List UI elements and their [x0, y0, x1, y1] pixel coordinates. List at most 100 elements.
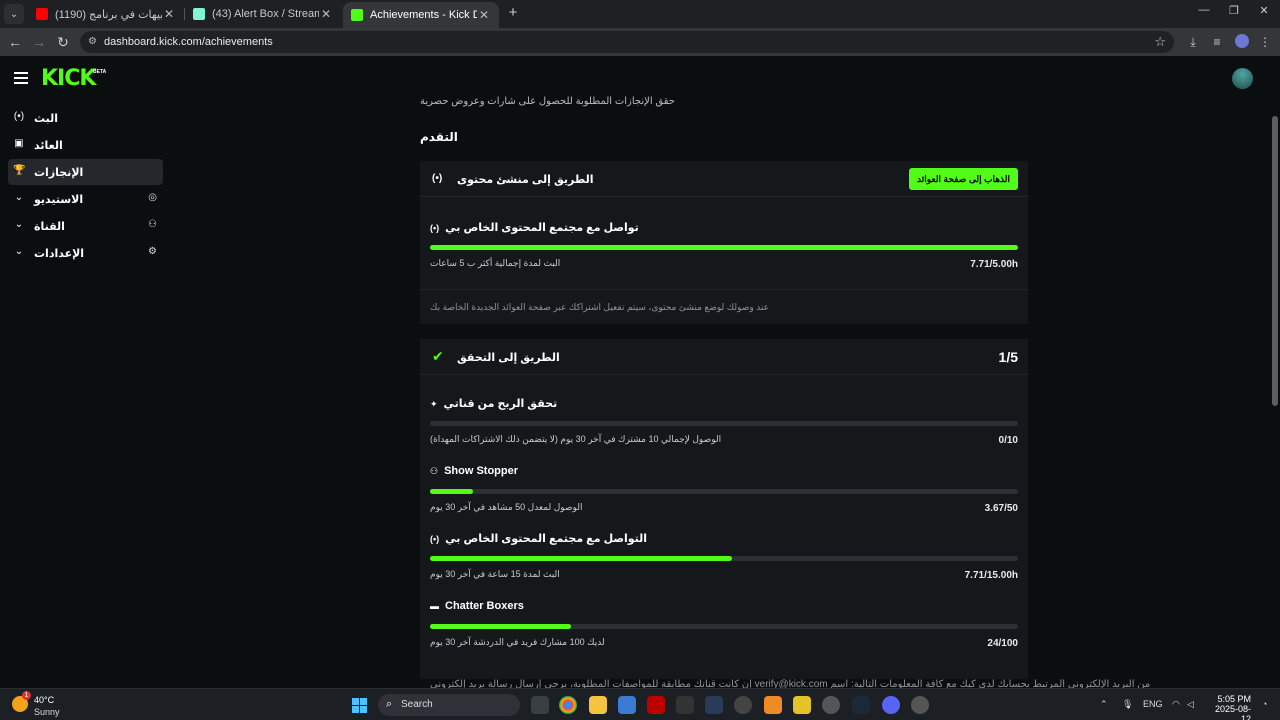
weather-badge: 1 [22, 691, 31, 700]
sidebar-item-label: القناة [34, 221, 65, 233]
discord-icon[interactable] [882, 696, 900, 714]
sidebar-item-label: الاستيديو [34, 194, 84, 206]
verify-card-title: الطريق إلى التحقق [457, 352, 560, 364]
viewers-icon: ⚇ [430, 466, 439, 476]
goal-description: البث لمدة إجمالية أكثر ب 5 ساعات [430, 258, 561, 268]
url-text: dashboard.kick.com/achievements [104, 36, 273, 48]
sidebar-item-achievements[interactable]: 🏆 الإنجازات [8, 159, 163, 185]
tab-streamlabs[interactable]: (43) Alert Box / Streamlabs ✕ [185, 2, 341, 26]
sidebar-item-broadcast[interactable]: (•) البث [8, 105, 163, 131]
new-tab-button[interactable]: + [505, 4, 521, 22]
creator-card-note: عند وصولك لوضع منشئ محتوى، سيتم تفعيل اش… [430, 302, 770, 312]
kick-logo[interactable]: KICK [41, 66, 96, 91]
app-icon[interactable] [705, 696, 723, 714]
app-circle-icon[interactable] [822, 696, 840, 714]
broadcast-icon: (•) [13, 111, 25, 122]
sidebar-item-label: الإنجازات [34, 167, 84, 179]
chat-icon: ▬ [430, 601, 439, 611]
minimize-icon[interactable]: — [1194, 4, 1214, 16]
studio-icon: ◎ [148, 192, 157, 203]
forward-icon[interactable]: → [30, 33, 48, 51]
netflix-icon[interactable] [647, 696, 665, 714]
progress-bar [430, 421, 1018, 426]
go-to-revenue-button[interactable]: الذهاب إلى صفحة العوائد [909, 168, 1018, 190]
sidebar-item-revenue[interactable]: ▣ العائد [8, 132, 163, 158]
verify-counter: 1/5 [998, 349, 1018, 365]
goal-show-stopper: ⚇ Show Stopper الوصول لمعدل 50 مشاهد في آ… [430, 465, 1018, 515]
wifi-icon[interactable]: ◠ [1172, 699, 1180, 710]
bookmark-star-icon[interactable]: ☆ [1154, 34, 1166, 50]
download-icon[interactable]: ⤓ [1184, 33, 1202, 51]
app-gear-icon[interactable] [911, 696, 929, 714]
language-indicator[interactable]: ENG [1143, 699, 1163, 709]
sidebar: (•) البث ▣ العائد 🏆 الإنجازات ⌄ الاستيدي… [8, 105, 163, 267]
task-view-icon[interactable] [531, 696, 549, 714]
close-window-icon[interactable]: ✕ [1254, 4, 1274, 17]
goal-title-text: تحقق الربح من قناتي [443, 398, 558, 410]
browser-profile-avatar[interactable] [1235, 34, 1249, 48]
goal-title: (•) التواصل مع مجتمع المحتوى الخاص بي [430, 532, 647, 545]
goal-title: ⚇ Show Stopper [430, 465, 518, 477]
file-explorer-icon[interactable] [589, 696, 607, 714]
back-icon[interactable]: ← [6, 33, 24, 51]
app-lightning-icon[interactable] [793, 696, 811, 714]
reload-icon[interactable]: ↻ [54, 33, 72, 51]
windows-taskbar: 1 40°C Sunny ⌕ Search ⌃ 🎙 ENG ◠ ◁ 5:05 P… [0, 688, 1280, 720]
goal-chatter-boxers: ▬ Chatter Boxers لديك 100 مشارك فريد في ا… [430, 600, 1018, 650]
windows-start-icon[interactable] [352, 698, 367, 713]
close-tab-icon[interactable]: ✕ [162, 7, 176, 21]
tab-title: (43) Alert Box / Streamlabs [212, 8, 319, 20]
kick-favicon-icon [351, 9, 363, 21]
taskbar-search-label: Search [401, 699, 433, 710]
menu-dots-icon[interactable]: ⋮ [1256, 33, 1274, 51]
restore-icon[interactable]: ❐ [1224, 4, 1244, 17]
taskbar-clock[interactable]: 5:05 PM 2025-08-12 [1209, 694, 1251, 720]
progress-fill [430, 245, 1018, 250]
creator-goal: (•) تواصل مع مجتمع المحتوى الخاص بي البث … [430, 221, 1018, 271]
taskbar-search[interactable]: ⌕ Search [378, 694, 520, 716]
channel-icon: ⚇ [148, 219, 157, 230]
progress-bar [430, 489, 1018, 494]
goal-description: الوصول لمعدل 50 مشاهد في آخر 30 يوم [430, 502, 583, 512]
microphone-icon[interactable]: 🎙 [1122, 699, 1133, 710]
page-scrollbar[interactable] [1272, 116, 1278, 406]
clock-date: 2025-08-12 [1214, 704, 1251, 720]
sidebar-item-studio[interactable]: ⌄ الاستيديو ◎ [8, 186, 163, 212]
verification-road-card: ✔ الطريق إلى التحقق 1/5 ✦ تحقق الربح من ق… [420, 339, 1028, 679]
user-avatar[interactable] [1232, 68, 1253, 89]
revenue-icon: ▣ [14, 138, 24, 149]
settings-icon: ⚙ [148, 246, 157, 257]
tab-kick-achievements[interactable]: Achievements - Kick Dashboard ✕ [343, 2, 499, 28]
progress-bar [430, 624, 1018, 629]
vlc-icon[interactable] [764, 696, 782, 714]
url-field[interactable]: ⚙ dashboard.kick.com/achievements ☆ [80, 31, 1174, 53]
trophy-icon: 🏆 [13, 165, 26, 176]
tab-title: Achievements - Kick Dashboard [370, 9, 477, 21]
sidebar-item-settings[interactable]: ⌄ الإعدادات ⚙ [8, 240, 163, 266]
chrome-icon[interactable] [559, 696, 577, 714]
media-control-icon[interactable]: ≡ [1208, 33, 1226, 51]
goal-value: 0/10 [998, 435, 1018, 446]
close-tab-icon[interactable]: ✕ [319, 7, 333, 21]
sidebar-item-channel[interactable]: ⌄ القناة ⚇ [8, 213, 163, 239]
notification-bell-icon[interactable]: ◔ [1262, 699, 1267, 709]
beta-badge: BETA [93, 69, 107, 75]
epic-games-icon[interactable] [676, 696, 694, 714]
obs-icon[interactable] [734, 696, 752, 714]
hamburger-menu-icon[interactable] [14, 72, 28, 87]
tab-youtube[interactable]: (1190) تفعيل التنبيهات في برنامج ✕ [28, 2, 184, 26]
close-tab-icon[interactable]: ✕ [477, 8, 491, 22]
broadcast-icon: (•) [430, 534, 440, 544]
volume-icon[interactable]: ◁ [1187, 699, 1194, 710]
goal-description: البث لمدة 15 ساعة في آخر 30 يوم [430, 569, 560, 579]
streamlabs-favicon-icon [193, 8, 205, 20]
tab-search-button[interactable]: ⌄ [4, 4, 24, 24]
sidebar-item-label: الإعدادات [34, 248, 85, 260]
chevron-down-icon: ⌄ [14, 192, 24, 203]
progress-fill [430, 489, 474, 494]
store-icon[interactable] [618, 696, 636, 714]
progress-bar [430, 556, 1018, 561]
tray-chevron-icon[interactable]: ⌃ [1100, 699, 1108, 710]
steam-icon[interactable] [852, 696, 870, 714]
site-info-icon[interactable]: ⚙ [88, 36, 100, 48]
